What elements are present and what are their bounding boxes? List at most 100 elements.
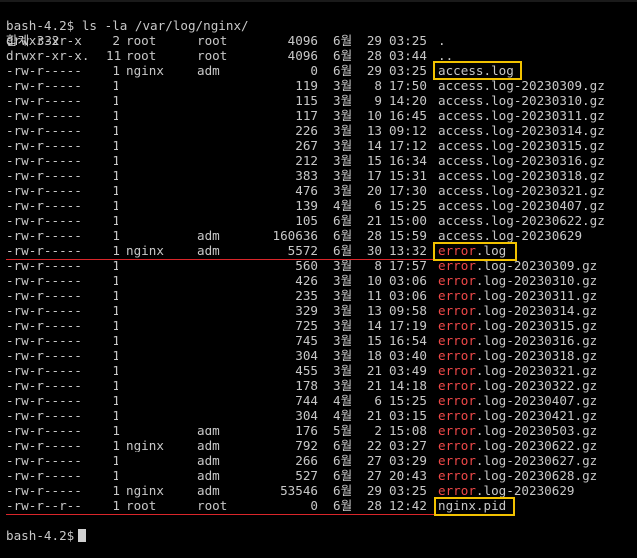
permissions: -rw-r----- bbox=[6, 318, 82, 333]
day: 10 bbox=[366, 108, 382, 123]
day: 29 bbox=[366, 63, 382, 78]
permissions: -rw-r----- bbox=[6, 258, 82, 273]
permissions: -rw-r----- bbox=[6, 198, 82, 213]
day: 21 bbox=[366, 408, 382, 423]
file-name: access.log-20230309.gz bbox=[438, 78, 605, 93]
link-count: 1 bbox=[112, 228, 120, 243]
month: 6월 bbox=[333, 498, 353, 513]
highlight-access-log bbox=[433, 61, 522, 80]
month: 3월 bbox=[333, 168, 353, 183]
terminal-window[interactable]: bash-4.2$ ls -la /var/log/nginx/ 합계 332 … bbox=[0, 0, 637, 543]
final-prompt-wrap: bash-4.2$ bbox=[6, 528, 87, 543]
month: 3월 bbox=[333, 318, 353, 333]
time: 03:25 bbox=[389, 63, 427, 78]
final-prompt: bash-4.2$ bbox=[6, 528, 75, 543]
file-name: access.log-20230629 bbox=[438, 228, 583, 243]
permissions: -rw-r----- bbox=[6, 348, 82, 363]
day: 8 bbox=[374, 258, 382, 273]
file-name-rest: .log-20230310.gz bbox=[475, 273, 598, 288]
file-name: error.log-20230315.gz bbox=[438, 318, 597, 333]
month: 5월 bbox=[333, 423, 353, 438]
error-prefix: error bbox=[438, 363, 476, 378]
file-size: 527 bbox=[295, 468, 318, 483]
file-size: 0 bbox=[310, 498, 318, 513]
file-size: 178 bbox=[295, 378, 318, 393]
error-prefix: error bbox=[438, 288, 476, 303]
time: 15:31 bbox=[389, 168, 427, 183]
file-name-rest: .log-20230629 bbox=[475, 483, 575, 498]
time: 17:30 bbox=[389, 183, 427, 198]
file-name: access.log-20230311.gz bbox=[438, 108, 605, 123]
permissions: -rw-r--r-- bbox=[6, 498, 82, 513]
file-name: error.log-20230503.gz bbox=[438, 423, 597, 438]
time: 09:12 bbox=[389, 123, 427, 138]
time: 17:19 bbox=[389, 318, 427, 333]
permissions: -rw-r----- bbox=[6, 93, 82, 108]
day: 27 bbox=[366, 453, 382, 468]
month: 3월 bbox=[333, 333, 353, 348]
month: 3월 bbox=[333, 183, 353, 198]
time: 03:06 bbox=[389, 288, 427, 303]
error-prefix: error bbox=[438, 423, 476, 438]
group: adm bbox=[197, 483, 220, 498]
error-prefix: error bbox=[438, 348, 476, 363]
file-size: 212 bbox=[295, 153, 318, 168]
highlight-nginx-pid bbox=[434, 497, 515, 516]
day: 18 bbox=[366, 348, 382, 363]
month: 6월 bbox=[333, 63, 353, 78]
month: 3월 bbox=[333, 303, 353, 318]
month: 6월 bbox=[333, 228, 353, 243]
link-count: 2 bbox=[112, 33, 120, 48]
month: 3월 bbox=[333, 363, 353, 378]
permissions: -rw-r----- bbox=[6, 393, 82, 408]
file-size: 139 bbox=[295, 198, 318, 213]
file-size: 0 bbox=[310, 63, 318, 78]
link-count: 1 bbox=[112, 243, 120, 258]
file-name-rest: .log-20230315.gz bbox=[475, 318, 598, 333]
redaction-block bbox=[118, 452, 184, 482]
day: 21 bbox=[366, 378, 382, 393]
redaction-block bbox=[118, 258, 266, 428]
month: 6월 bbox=[333, 483, 353, 498]
file-name: access.log-20230315.gz bbox=[438, 138, 605, 153]
day: 6 bbox=[374, 393, 382, 408]
month: 3월 bbox=[333, 273, 353, 288]
file-size: 115 bbox=[295, 93, 318, 108]
file-size: 4096 bbox=[287, 33, 318, 48]
month: 6월 bbox=[333, 453, 353, 468]
month: 6월 bbox=[333, 468, 353, 483]
file-name-rest: .log-20230627.gz bbox=[475, 453, 598, 468]
file-name-rest: .log-20230318.gz bbox=[475, 348, 598, 363]
group: adm bbox=[197, 453, 220, 468]
time: 14:18 bbox=[389, 378, 427, 393]
day: 2 bbox=[374, 423, 382, 438]
redaction-block bbox=[118, 80, 266, 228]
time: 12:42 bbox=[389, 498, 427, 513]
link-count: 1 bbox=[112, 438, 120, 453]
time: 15:59 bbox=[389, 228, 427, 243]
group: root bbox=[197, 48, 228, 63]
owner: root bbox=[126, 33, 157, 48]
text-cursor bbox=[78, 529, 87, 542]
file-size: 792 bbox=[295, 438, 318, 453]
file-size: 329 bbox=[295, 303, 318, 318]
file-name-rest: .log-20230314.gz bbox=[475, 303, 598, 318]
permissions: drwxr-xr-x bbox=[6, 33, 82, 48]
file-name: error.log-20230322.gz bbox=[438, 378, 597, 393]
day: 20 bbox=[366, 183, 382, 198]
file-name: error.log-20230627.gz bbox=[438, 453, 597, 468]
permissions: -rw-r----- bbox=[6, 408, 82, 423]
owner: nginx bbox=[126, 483, 164, 498]
time: 13:32 bbox=[389, 243, 427, 258]
error-prefix: error bbox=[438, 273, 476, 288]
file-size: 744 bbox=[295, 393, 318, 408]
error-prefix: error bbox=[438, 438, 476, 453]
highlight-error-log bbox=[433, 242, 517, 261]
link-count: 11 bbox=[106, 48, 122, 63]
month: 6월 bbox=[333, 33, 353, 48]
file-size: 176 bbox=[295, 423, 318, 438]
file-name-rest: .log-20230503.gz bbox=[475, 423, 598, 438]
day: 21 bbox=[366, 213, 382, 228]
permissions: -rw-r----- bbox=[6, 483, 82, 498]
final-prompt-line[interactable]: bash-4.2$ bbox=[0, 513, 87, 543]
